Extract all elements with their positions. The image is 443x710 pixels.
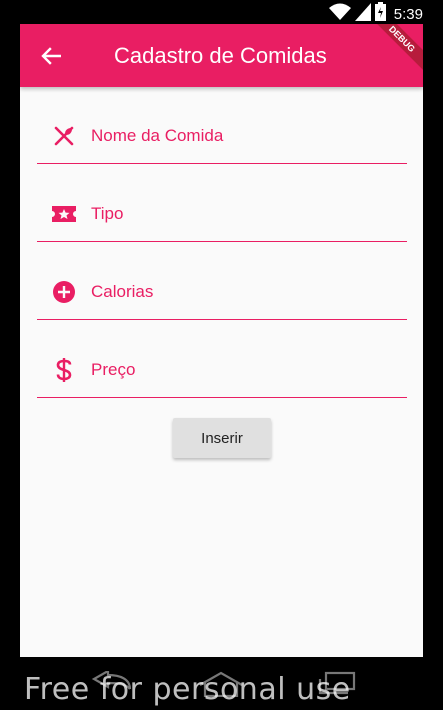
price-field[interactable]: Preço [37, 321, 407, 398]
ticket-star-icon [51, 201, 77, 227]
food-name-field[interactable]: Nome da Comida [37, 87, 407, 164]
price-label: Preço [91, 360, 136, 379]
utensils-icon [51, 123, 77, 149]
back-nav-icon[interactable] [90, 669, 132, 700]
battery-icon [374, 2, 386, 26]
type-label: Tipo [91, 204, 124, 223]
type-field[interactable]: Tipo [37, 165, 407, 242]
page-title: Cadastro de Comidas [114, 43, 327, 68]
back-button[interactable] [36, 41, 66, 71]
app-bar: Cadastro de Comidas [20, 24, 423, 87]
add-circle-icon [51, 279, 77, 305]
status-time: 5:39 [393, 5, 423, 23]
food-form: Nome da Comida Tipo Calorias Preço [37, 87, 407, 399]
app-screen: Cadastro de Comidas DEBUG Nome da Comida… [20, 24, 423, 657]
arrow-left-icon [41, 47, 61, 65]
wifi-icon [328, 3, 351, 26]
calories-label: Calorias [91, 282, 154, 301]
status-icons: 5:39 [328, 2, 423, 26]
insert-button[interactable]: Inserir [173, 418, 271, 458]
signal-icon [354, 2, 371, 26]
dollar-icon [51, 357, 77, 383]
status-bar: 5:39 [0, 0, 443, 24]
food-name-label: Nome da Comida [91, 126, 224, 145]
home-nav-icon[interactable] [198, 671, 244, 702]
system-nav-bar [0, 657, 443, 710]
recents-nav-icon[interactable] [318, 671, 356, 700]
calories-field[interactable]: Calorias [37, 243, 407, 320]
